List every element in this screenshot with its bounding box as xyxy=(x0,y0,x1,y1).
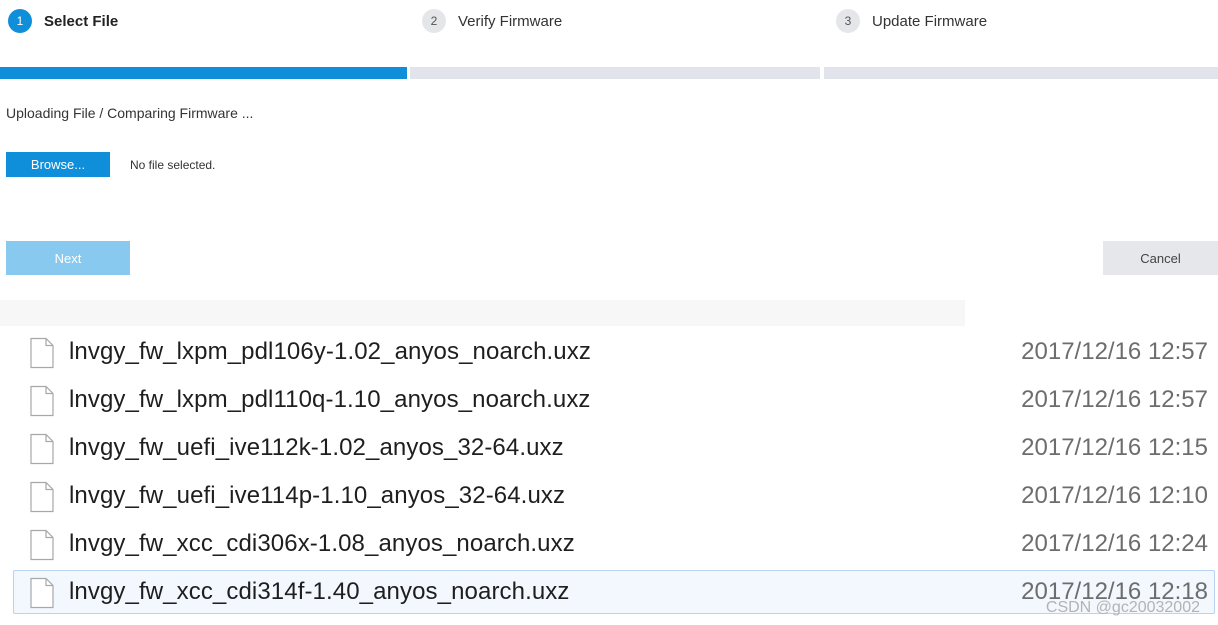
document-icon xyxy=(30,385,54,417)
step-number: 1 xyxy=(8,9,32,33)
document-icon xyxy=(30,337,54,369)
progress-segment-verify-firmware xyxy=(410,67,820,79)
step-number: 2 xyxy=(422,9,446,33)
document-icon xyxy=(30,433,54,465)
watermark: CSDN @gc20032002 xyxy=(1045,599,1200,616)
wizard-steps: 1 Select File 2 Verify Firmware 3 Update… xyxy=(0,0,1218,42)
step-select-file: 1 Select File xyxy=(8,8,118,34)
progress-segment-select-file xyxy=(0,67,407,79)
document-icon xyxy=(30,577,54,609)
file-modified-date: 2017/12/16 12:15 xyxy=(1021,434,1208,461)
file-name: lnvgy_fw_xcc_cdi314f-1.40_anyos_noarch.u… xyxy=(69,578,570,605)
file-row[interactable]: lnvgy_fw_uefi_ive114p-1.10_anyos_32-64.u… xyxy=(13,474,1215,518)
file-picker: Browse... No file selected. xyxy=(6,152,215,177)
step-label: Verify Firmware xyxy=(458,12,563,30)
file-name: lnvgy_fw_uefi_ive114p-1.10_anyos_32-64.u… xyxy=(69,482,566,509)
browse-button[interactable]: Browse... xyxy=(6,152,110,177)
document-icon xyxy=(30,481,54,513)
step-update-firmware: 3 Update Firmware xyxy=(836,8,987,34)
file-row-selected[interactable]: lnvgy_fw_xcc_cdi314f-1.40_anyos_noarch.u… xyxy=(13,570,1215,614)
file-modified-date: 2017/12/16 12:57 xyxy=(1021,338,1208,365)
file-row[interactable]: lnvgy_fw_lxpm_pdl106y-1.02_anyos_noarch.… xyxy=(13,330,1215,374)
file-name: lnvgy_fw_uefi_ive112k-1.02_anyos_32-64.u… xyxy=(69,434,564,461)
file-row[interactable]: lnvgy_fw_lxpm_pdl110q-1.10_anyos_noarch.… xyxy=(13,378,1215,422)
next-button[interactable]: Next xyxy=(6,241,130,275)
upload-status-text: Uploading File / Comparing Firmware ... xyxy=(6,105,254,121)
document-icon xyxy=(30,529,54,561)
file-name: lnvgy_fw_lxpm_pdl106y-1.02_anyos_noarch.… xyxy=(69,338,591,365)
progress-segment-update-firmware xyxy=(824,67,1218,79)
file-name: lnvgy_fw_xcc_cdi306x-1.08_anyos_noarch.u… xyxy=(69,530,575,557)
step-number: 3 xyxy=(836,9,860,33)
file-pane-header xyxy=(0,300,965,326)
file-modified-date: 2017/12/16 12:10 xyxy=(1021,482,1208,509)
file-modified-date: 2017/12/16 12:24 xyxy=(1021,530,1208,557)
wizard-progress-bar xyxy=(0,67,1218,79)
step-verify-firmware: 2 Verify Firmware xyxy=(422,8,562,34)
file-row[interactable]: lnvgy_fw_uefi_ive112k-1.02_anyos_32-64.u… xyxy=(13,426,1215,470)
cancel-button[interactable]: Cancel xyxy=(1103,241,1218,275)
step-label: Select File xyxy=(44,12,119,30)
file-explorer-pane: lnvgy_fw_lxpm_pdl106y-1.02_anyos_noarch.… xyxy=(0,300,1218,625)
file-modified-date: 2017/12/16 12:57 xyxy=(1021,386,1208,413)
step-label: Update Firmware xyxy=(872,12,988,30)
selected-file-text: No file selected. xyxy=(130,157,216,172)
file-row[interactable]: lnvgy_fw_xcc_cdi306x-1.08_anyos_noarch.u… xyxy=(13,522,1215,566)
file-name: lnvgy_fw_lxpm_pdl110q-1.10_anyos_noarch.… xyxy=(69,386,591,413)
